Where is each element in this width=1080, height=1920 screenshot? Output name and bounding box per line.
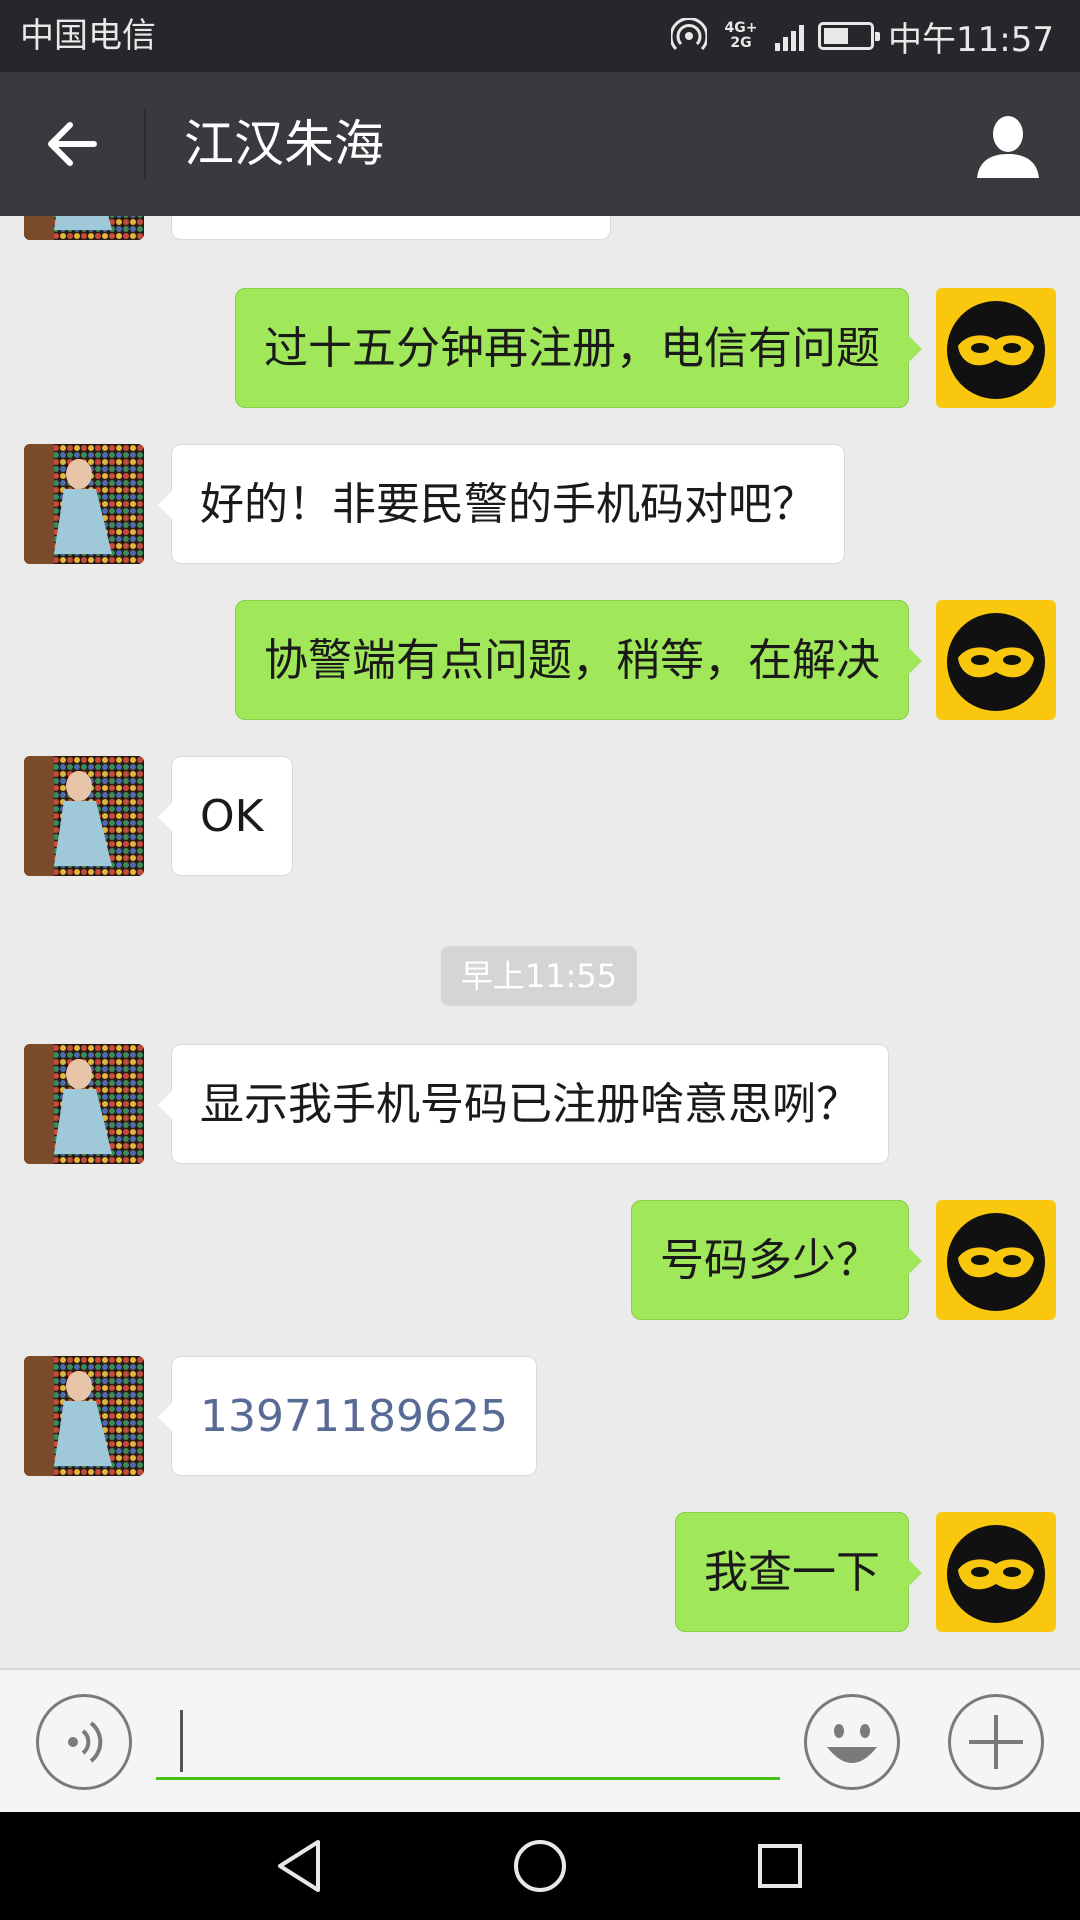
navigation-bar xyxy=(0,1812,1080,1920)
hotspot-icon xyxy=(671,18,708,51)
text-cursor xyxy=(180,1710,183,1772)
nav-recents-button[interactable] xyxy=(748,1834,812,1898)
self-avatar[interactable] xyxy=(936,1200,1056,1320)
outgoing-message[interactable]: 我查一下 xyxy=(675,1512,922,1632)
contact-avatar[interactable] xyxy=(24,1044,144,1164)
arrow-left-icon xyxy=(48,122,97,166)
status-icons: 4G+ 2G 中午11:57 xyxy=(671,14,1054,60)
clock: 中午11:57 xyxy=(888,19,1054,60)
back-button[interactable] xyxy=(36,108,108,180)
incoming-message[interactable]: OK xyxy=(158,756,293,876)
outgoing-message[interactable]: 过十五分钟再注册，电信有问题 xyxy=(235,288,922,408)
phone-number-link[interactable]: 13971189625 xyxy=(158,1356,537,1476)
contact-avatar[interactable] xyxy=(24,216,144,240)
contact-avatar[interactable] xyxy=(24,1356,144,1476)
smiley-icon xyxy=(827,1724,877,1763)
signal-icon xyxy=(775,21,805,51)
nav-home-button[interactable] xyxy=(508,1834,572,1898)
mask-face-icon xyxy=(947,301,1045,399)
message-timestamp: 早上11:55 xyxy=(441,946,637,1006)
voice-button[interactable] xyxy=(36,1694,132,1790)
message-input[interactable] xyxy=(156,1710,780,1780)
chat-area[interactable]: 过十五分钟再注册，电信有问题 好的！非要民警的手机码对吧？ 协警端有点问题，稍等… xyxy=(0,216,1080,1668)
title-divider xyxy=(144,108,146,180)
outgoing-message[interactable]: 协警端有点问题，稍等，在解决 xyxy=(235,600,922,720)
chat-title: 江汉朱海 xyxy=(184,115,384,173)
circle-home-icon xyxy=(514,1840,566,1892)
carrier-label: 中国电信 xyxy=(20,16,156,56)
chat-info-button[interactable] xyxy=(972,110,1044,182)
contact-avatar[interactable] xyxy=(24,444,144,564)
battery-fill xyxy=(824,28,849,44)
battery-icon xyxy=(818,22,881,50)
incoming-message[interactable]: 显示我手机号码已注册啥意思咧？ xyxy=(158,1044,889,1164)
emoji-button[interactable] xyxy=(804,1694,900,1790)
plus-icon xyxy=(969,1715,1023,1769)
mask-face-icon xyxy=(947,613,1045,711)
incoming-message[interactable] xyxy=(171,216,611,240)
square-recents-icon xyxy=(758,1844,802,1888)
nav-back-button[interactable] xyxy=(268,1834,332,1898)
self-avatar[interactable] xyxy=(936,288,1056,408)
incoming-message[interactable]: 好的！非要民警的手机码对吧？ xyxy=(158,444,845,564)
contact-avatar[interactable] xyxy=(24,756,144,876)
outgoing-message[interactable]: 号码多少？ xyxy=(631,1200,922,1320)
self-avatar[interactable] xyxy=(936,1512,1056,1632)
title-bar: 江汉朱海 xyxy=(0,72,1080,216)
self-avatar[interactable] xyxy=(936,600,1056,720)
mask-face-icon xyxy=(947,1213,1045,1311)
more-button[interactable] xyxy=(948,1694,1044,1790)
network-type: 4G+ 2G xyxy=(724,20,758,51)
mask-face-icon xyxy=(947,1525,1045,1623)
input-bar xyxy=(0,1668,1080,1812)
voice-icon xyxy=(68,1721,103,1763)
person-icon xyxy=(977,116,1039,178)
triangle-back-icon xyxy=(278,1840,320,1892)
status-bar: 中国电信 4G+ 2G 中午11:57 xyxy=(0,0,1080,72)
